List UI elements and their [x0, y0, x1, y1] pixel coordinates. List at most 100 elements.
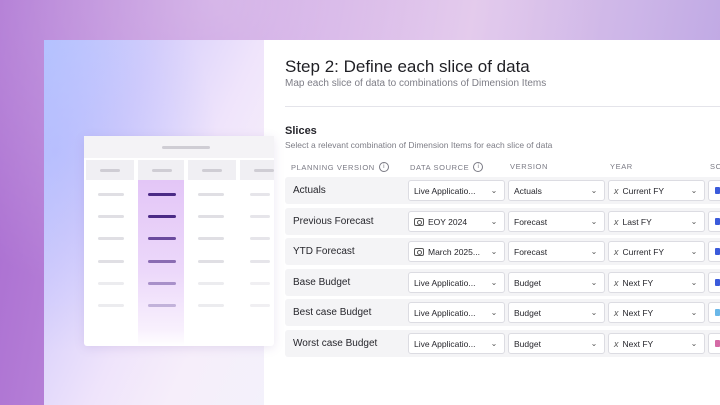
chevron-down-icon: ⌄ [490, 339, 498, 348]
illustration-col-head [138, 160, 184, 180]
year-value: Next FY [622, 338, 654, 349]
illustration-cell [148, 282, 176, 285]
page-subtitle: Map each slice of data to combinations o… [285, 78, 547, 89]
x-variable-icon: x [614, 338, 619, 349]
data-source-select[interactable]: Live Applicatio... ⌄ [408, 333, 505, 354]
chevron-down-icon: ⌄ [490, 247, 498, 256]
illustration-cell [98, 193, 124, 196]
illustration-cell [148, 260, 176, 263]
chevron-down-icon: ⌄ [590, 186, 598, 195]
data-source-select[interactable]: Live Applicatio... ⌄ [408, 302, 505, 323]
illustration-table-header [84, 136, 274, 158]
chevron-down-icon: ⌄ [590, 278, 598, 287]
chevron-down-icon: ⌄ [690, 308, 698, 317]
chevron-down-icon: ⌄ [490, 308, 498, 317]
slice-row: Best case Budget Live Applicatio... ⌄ Budge… [285, 299, 720, 326]
version-select[interactable]: Budget ⌄ [508, 333, 605, 354]
x-variable-icon: x [614, 277, 619, 288]
illustration-col-head [86, 160, 134, 180]
slice-row: Actuals Live Applicatio... ⌄ Actuals ⌄ x Curre… [285, 177, 720, 204]
slice-label: Previous Forecast [293, 216, 374, 227]
illustration-cell [250, 193, 270, 196]
version-select[interactable]: Budget ⌄ [508, 302, 605, 323]
illustration-cell [198, 304, 224, 307]
chevron-down-icon: ⌄ [690, 186, 698, 195]
version-value: Actuals [514, 185, 542, 196]
section-subtitle: Select a relevant combination of Dimensi… [285, 140, 553, 150]
chevron-down-icon: ⌄ [590, 247, 598, 256]
main-content: Step 2: Define each slice of data Map ea… [265, 40, 720, 405]
data-source-value: Live Applicatio... [414, 277, 476, 288]
chevron-down-icon: ⌄ [490, 186, 498, 195]
illustration-cell [98, 215, 124, 218]
illustration-cell [250, 304, 270, 307]
illustration-cell [98, 304, 124, 307]
camera-icon [414, 247, 424, 256]
chevron-down-icon: ⌄ [690, 278, 698, 287]
chevron-down-icon: ⌄ [590, 217, 598, 226]
scenario-color-swatch [715, 187, 720, 194]
illustration-table [84, 136, 274, 346]
illustration-cell [250, 260, 270, 263]
illustration-cell [198, 215, 224, 218]
data-source-select[interactable]: Live Applicatio... ⌄ [408, 272, 505, 293]
illustration-highlight-column [138, 180, 184, 346]
year-value: Current FY [622, 185, 665, 196]
year-value: Current FY [622, 246, 665, 257]
x-variable-icon: x [614, 246, 619, 257]
illustration-cell [148, 193, 176, 196]
illustration-cell [250, 215, 270, 218]
illustration-cell [198, 193, 224, 196]
info-icon[interactable]: i [378, 162, 389, 172]
column-header-version: VERSION [510, 162, 548, 171]
year-value: Next FY [622, 307, 654, 318]
illustration-cell [250, 282, 270, 285]
info-icon[interactable]: i [473, 162, 484, 172]
divider [285, 106, 720, 107]
chevron-down-icon: ⌄ [590, 308, 598, 317]
year-select[interactable]: x Current FY ⌄ [608, 241, 705, 262]
version-select[interactable]: Forecast ⌄ [508, 241, 605, 262]
version-select[interactable]: Forecast ⌄ [508, 211, 605, 232]
chevron-down-icon: ⌄ [690, 217, 698, 226]
illustration-cell [148, 304, 176, 307]
year-select[interactable]: x Next FY ⌄ [608, 272, 705, 293]
slice-row: Base Budget Live Applicatio... ⌄ Budget ⌄ x Ne… [285, 269, 720, 296]
data-source-value: March 2025... [428, 246, 480, 257]
slice-row: YTD Forecast March 2025... ⌄ Forecast ⌄ x Curr… [285, 238, 720, 265]
data-source-select[interactable]: Live Applicatio... ⌄ [408, 180, 505, 201]
data-source-select[interactable]: March 2025... ⌄ [408, 241, 505, 262]
year-select[interactable]: x Next FY ⌄ [608, 333, 705, 354]
slice-row: Worst case Budget Live Applicatio... ⌄ Budg… [285, 330, 720, 357]
app-window: Step 2: Define each slice of data Map ea… [44, 40, 720, 405]
year-select[interactable]: x Next FY ⌄ [608, 302, 705, 323]
slice-label: Worst case Budget [293, 338, 378, 349]
illustration-cell [198, 260, 224, 263]
illustration-cell [98, 260, 124, 263]
illustration-cell [148, 215, 176, 218]
column-header-year: YEAR [610, 162, 633, 171]
data-source-value: Live Applicatio... [414, 185, 476, 196]
slice-row: Previous Forecast EOY 2024 ⌄ Forecast ⌄ x Last… [285, 208, 720, 235]
illustration-col-head [240, 160, 274, 180]
chevron-down-icon: ⌄ [490, 217, 498, 226]
camera-icon [414, 217, 424, 226]
chevron-down-icon: ⌄ [590, 339, 598, 348]
chevron-down-icon: ⌄ [690, 247, 698, 256]
scenario-color-swatch [715, 218, 720, 225]
illustration-cell [98, 282, 124, 285]
data-source-value: Live Applicatio... [414, 307, 476, 318]
year-select[interactable]: x Last FY ⌄ [608, 211, 705, 232]
illustration-cell [198, 237, 224, 240]
year-select[interactable]: x Current FY ⌄ [608, 180, 705, 201]
data-source-select[interactable]: EOY 2024 ⌄ [408, 211, 505, 232]
column-header-data-source: DATA SOURCE i [410, 162, 484, 172]
version-select[interactable]: Budget ⌄ [508, 272, 605, 293]
x-variable-icon: x [614, 216, 619, 227]
illustration-cell [198, 282, 224, 285]
chevron-down-icon: ⌄ [690, 339, 698, 348]
year-value: Next FY [622, 277, 654, 288]
x-variable-icon: x [614, 185, 619, 196]
version-select[interactable]: Actuals ⌄ [508, 180, 605, 201]
illustration-col-head [188, 160, 236, 180]
